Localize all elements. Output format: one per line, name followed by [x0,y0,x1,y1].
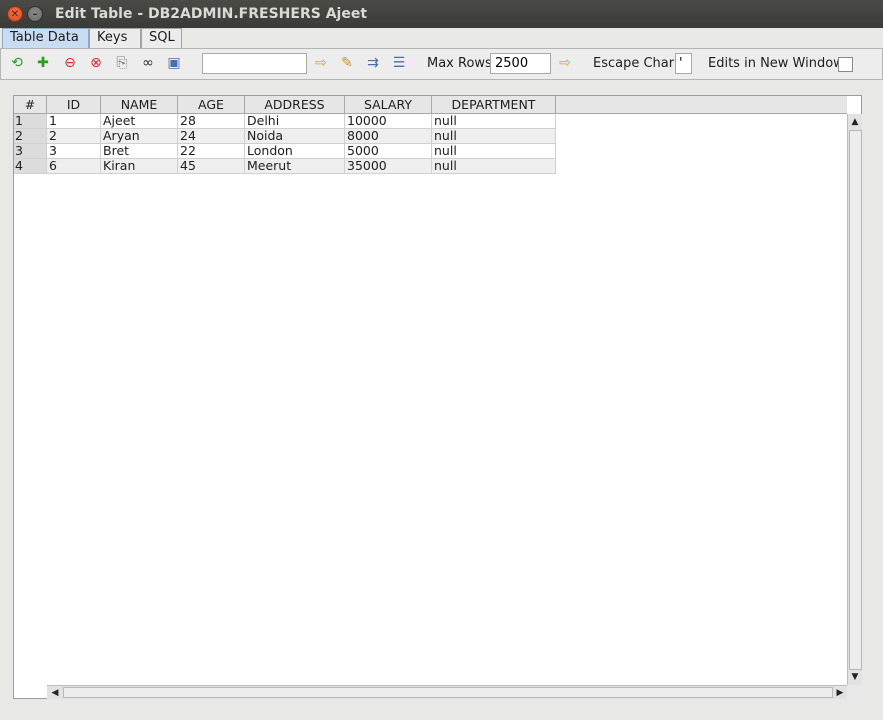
table-cell[interactable]: Bret [101,144,178,159]
table-cell[interactable]: 5000 [345,144,432,159]
column-header-id[interactable]: ID [47,96,101,114]
edits-new-window-checkbox[interactable] [838,57,853,72]
refresh-icon[interactable]: ⟲ [8,54,26,72]
apply-filter-arrow-icon[interactable]: ⇨ [312,54,330,72]
table-cell[interactable]: Ajeet [101,114,178,129]
header-filler [556,96,847,114]
table-cell[interactable]: Noida [245,129,345,144]
save-icon[interactable]: ▣ [165,54,183,72]
table-cell[interactable]: London [245,144,345,159]
find-icon[interactable]: ∞ [139,54,157,72]
minimize-window-button[interactable]: – [27,6,43,22]
tab-sql[interactable]: SQL [141,28,182,48]
row-number-cell[interactable]: 3 [14,144,47,159]
table-cell[interactable]: null [432,114,556,129]
table-cell[interactable]: 3 [47,144,101,159]
grid-header: # ID NAME AGE ADDRESS SALARY DEPARTMENT [14,96,556,114]
table-cell[interactable]: null [432,144,556,159]
max-rows-input[interactable] [490,53,551,74]
tab-keys[interactable]: Keys [89,28,141,48]
scroll-left-icon[interactable]: ◀ [48,686,62,700]
table-cell[interactable]: 22 [178,144,245,159]
scroll-corner [847,685,862,699]
table-cell[interactable]: 6 [47,159,101,174]
vertical-scrollbar[interactable]: ▲ ▼ [847,114,862,685]
table-cell[interactable]: 10000 [345,114,432,129]
row-number-cell[interactable]: 1 [14,114,47,129]
data-grid: # ID NAME AGE ADDRESS SALARY DEPARTMENT … [13,95,862,699]
table-cell[interactable]: null [432,159,556,174]
table-row[interactable]: 3 3 Bret 22 London 5000 null [14,144,556,159]
window-titlebar: ✕ – Edit Table - DB2ADMIN.FRESHERS Ajeet [0,0,883,28]
toolbar: ⟲ ✚ ⊖ ⊗ ⎘ ∞ ▣ ⇨ ✎ ⇉ ☰ Max Rows ⇨ Escape … [0,48,883,80]
table-cell[interactable]: null [432,129,556,144]
delete-row-icon[interactable]: ⊖ [61,54,79,72]
column-header-age[interactable]: AGE [178,96,245,114]
table-cell[interactable]: Kiran [101,159,178,174]
row-number-cell[interactable]: 4 [14,159,47,174]
scroll-up-icon[interactable]: ▲ [848,115,862,129]
format-icon[interactable]: ☰ [390,54,408,72]
max-rows-label: Max Rows [427,56,492,71]
table-cell[interactable]: 2 [47,129,101,144]
column-header-name[interactable]: NAME [101,96,178,114]
scroll-right-icon[interactable]: ▶ [833,686,847,700]
table-row[interactable]: 1 1 Ajeet 28 Delhi 10000 null [14,114,556,129]
table-cell[interactable]: 1 [47,114,101,129]
table-row[interactable]: 2 2 Aryan 24 Noida 8000 null [14,129,556,144]
column-header-rownum[interactable]: # [14,96,47,114]
horizontal-scrollbar[interactable]: ◀ ▶ [47,685,847,699]
table-cell[interactable]: Delhi [245,114,345,129]
vertical-scroll-thumb[interactable] [849,130,862,670]
table-cell[interactable]: 24 [178,129,245,144]
run-icon[interactable]: ⇉ [364,54,382,72]
close-window-button[interactable]: ✕ [7,6,23,22]
copy-icon[interactable]: ⎘ [113,54,131,72]
escape-char-input[interactable] [675,53,692,74]
table-cell[interactable]: Aryan [101,129,178,144]
window-title: Edit Table - DB2ADMIN.FRESHERS Ajeet [55,6,368,22]
column-header-salary[interactable]: SALARY [345,96,432,114]
column-header-address[interactable]: ADDRESS [245,96,345,114]
scroll-down-icon[interactable]: ▼ [848,670,862,684]
escape-char-label: Escape Char [593,56,675,71]
column-header-department[interactable]: DEPARTMENT [432,96,556,114]
table-cell[interactable]: 45 [178,159,245,174]
grid-body: 1 1 Ajeet 28 Delhi 10000 null 2 2 Aryan … [14,114,556,174]
edit-sql-icon[interactable]: ✎ [338,54,356,72]
table-cell[interactable]: 28 [178,114,245,129]
tab-table-data[interactable]: Table Data [2,28,89,48]
filter-input[interactable] [202,53,307,74]
table-cell[interactable]: Meerut [245,159,345,174]
table-cell[interactable]: 8000 [345,129,432,144]
edits-new-window-label: Edits in New Window [708,56,844,71]
horizontal-scroll-thumb[interactable] [63,687,833,698]
row-number-cell[interactable]: 2 [14,129,47,144]
apply-max-rows-arrow-icon[interactable]: ⇨ [556,54,574,72]
table-row[interactable]: 4 6 Kiran 45 Meerut 35000 null [14,159,556,174]
table-cell[interactable]: 35000 [345,159,432,174]
add-row-icon[interactable]: ✚ [34,54,52,72]
cancel-icon[interactable]: ⊗ [87,54,105,72]
